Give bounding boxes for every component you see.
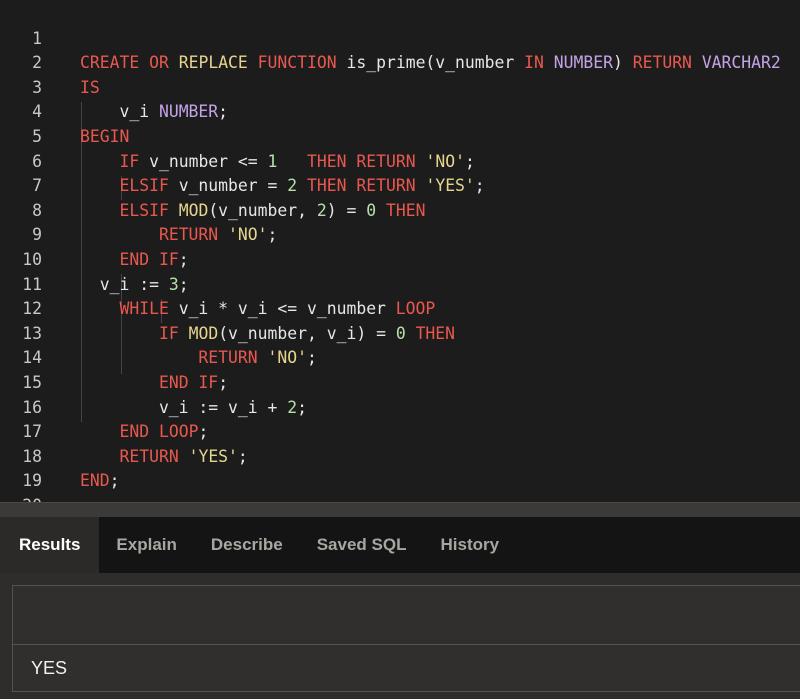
code-text: ----------------------------------------… — [80, 494, 672, 502]
code-line[interactable]: 2 IS — [0, 27, 800, 97]
code-line[interactable]: 12 IF MOD(v_number, v_i) = 0 THEN — [0, 273, 800, 343]
code-line[interactable]: 14 END IF; — [0, 322, 800, 392]
tab-explain[interactable]: Explain — [99, 517, 193, 573]
code-line[interactable]: 7 ELSIF MOD(v_number, 2) = 0 THEN — [0, 150, 800, 220]
code-line[interactable]: 10 v_i := 3; — [0, 223, 800, 294]
code-line[interactable]: 15 v_i := v_i + 2; — [0, 346, 800, 417]
code-line[interactable]: 3 v_i NUMBER; — [0, 51, 800, 122]
tab-saved-sql[interactable]: Saved SQL — [300, 517, 424, 573]
code-line[interactable]: 18 END; — [0, 420, 800, 491]
code-line[interactable]: 5 IF v_number <= 1 THEN RETURN 'NO'; — [0, 100, 800, 171]
sql-editor[interactable]: 1 CREATE OR REPLACE FUNCTION is_prime(v_… — [0, 0, 800, 502]
code-line[interactable]: 4 BEGIN — [0, 76, 800, 146]
tab-describe[interactable]: Describe — [194, 517, 300, 573]
code-line[interactable]: 9 END IF; — [0, 199, 800, 269]
code-line[interactable]: 17 RETURN 'YES'; — [0, 396, 800, 466]
tab-results[interactable]: Results — [0, 517, 100, 573]
code-line[interactable]: 11 WHILE v_i * v_i <= v_number LOOP — [0, 248, 800, 319]
code-line[interactable]: 16 END LOOP; — [0, 371, 800, 442]
result-column-header — [13, 586, 800, 645]
result-cell[interactable]: YES — [13, 645, 800, 691]
results-panel: YES — [0, 573, 800, 699]
tab-history[interactable]: History — [423, 517, 516, 573]
code-line[interactable]: 1 CREATE OR REPLACE FUNCTION is_prime(v_… — [0, 2, 800, 73]
code-line[interactable]: 8 RETURN 'NO'; — [0, 174, 800, 245]
line-number: 20 — [0, 494, 42, 502]
splitter-handle[interactable] — [0, 502, 800, 517]
code-line[interactable]: 19 -------------------------------------… — [0, 445, 800, 502]
code-line[interactable]: 20 SELECT IS_PRIME(457) FROM DUAL ; — [0, 469, 800, 502]
code-line[interactable]: 13 RETURN 'NO'; — [0, 297, 800, 368]
code-line[interactable]: 6 ELSIF v_number = 2 THEN RETURN 'YES'; — [0, 125, 800, 196]
result-grid: YES — [12, 585, 800, 692]
results-tabbar: Results Explain Describe Saved SQL Histo… — [0, 517, 800, 573]
